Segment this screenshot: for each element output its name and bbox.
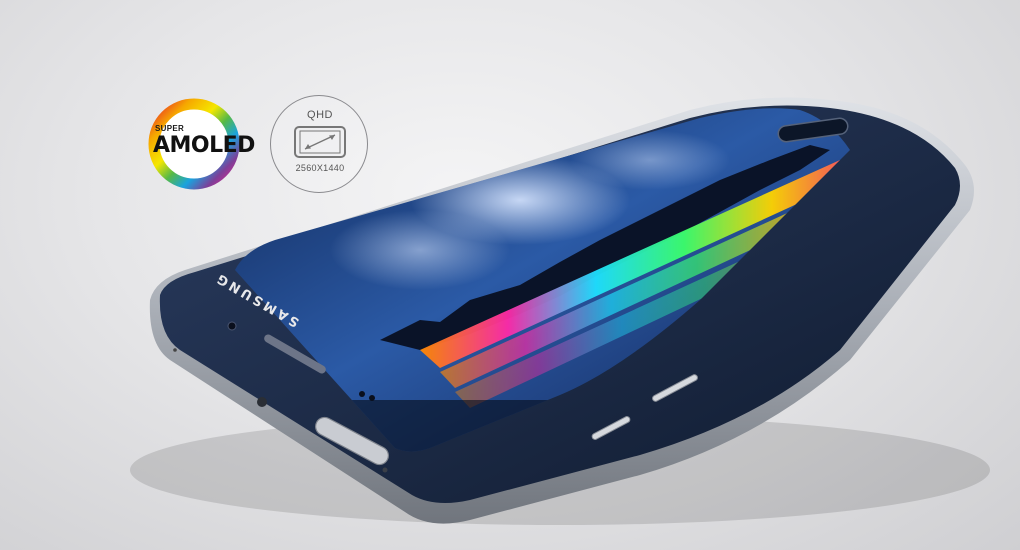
mic-pinhole — [173, 348, 177, 352]
sensor-icon — [359, 391, 365, 397]
sensor-icon — [369, 395, 375, 401]
microphone-hole — [257, 397, 267, 407]
sim-eject-hole — [382, 467, 388, 473]
product-scene: SUPER AMOLED QHD 2560X1440 SAMSUNG — [0, 0, 1020, 550]
front-camera — [227, 321, 237, 331]
phone-illustration: SAMSUNG — [130, 97, 990, 525]
